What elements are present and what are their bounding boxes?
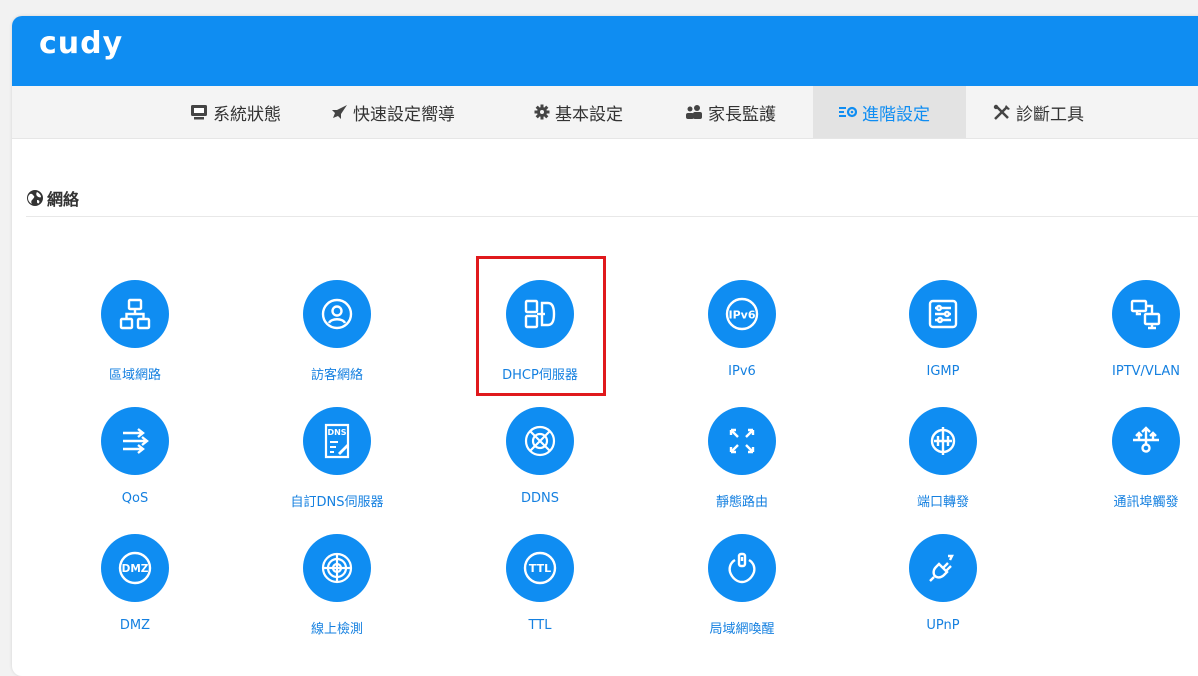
ttl-icon: TTL <box>506 534 574 602</box>
igmp-icon <box>909 280 977 348</box>
tile-label: 通訊埠觸發 <box>1113 495 1179 510</box>
tile-iptv-vlan[interactable]: IPTV/VLAN <box>1056 280 1198 400</box>
gear-icon <box>534 104 550 120</box>
brand-logo[interactable]: cudy <box>39 26 123 61</box>
tile-static-route[interactable]: 靜態路由 <box>652 407 832 527</box>
tile-wake-on-lan[interactable]: 局域網喚醒 <box>652 534 832 654</box>
tile-custom-dns[interactable]: DNS 自訂DNS伺服器 <box>247 407 427 527</box>
nav-basic-settings[interactable]: 基本設定 <box>534 86 623 138</box>
iptv-icon <box>1112 280 1180 348</box>
nav-label: 家長監護 <box>708 104 776 125</box>
wake-on-lan-icon <box>708 534 776 602</box>
nav-label: 快速設定嚮導 <box>353 104 455 125</box>
nav-label: 基本設定 <box>555 104 623 125</box>
monitor-icon <box>190 104 208 121</box>
tile-ddns[interactable]: DDNS <box>450 407 630 527</box>
online-detect-icon <box>303 534 371 602</box>
nav-label: 診斷工具 <box>1016 104 1084 125</box>
tile-label: TTL <box>528 618 552 633</box>
ttl-icon-text: TTL <box>529 562 551 575</box>
dhcp-highlight-box <box>476 256 606 396</box>
rocket-icon <box>330 104 348 121</box>
dmz-icon-text: DMZ <box>122 563 149 575</box>
tile-ipv6[interactable]: IPv6 IPv6 <box>652 280 832 400</box>
port-forward-icon <box>909 407 977 475</box>
ipv6-icon: IPv6 <box>708 280 776 348</box>
tile-dmz[interactable]: DMZ DMZ <box>45 534 225 654</box>
tile-port-forward[interactable]: 端口轉發 <box>853 407 1033 527</box>
ipv6-icon-text: IPv6 <box>729 309 756 322</box>
users-icon <box>685 104 703 120</box>
qos-icon <box>101 407 169 475</box>
guest-icon <box>303 280 371 348</box>
main-nav: 系統狀態 快速設定嚮導 基本設定 家長監護 進階設定 診斷工具 <box>12 86 1198 139</box>
tile-label: QoS <box>121 491 149 506</box>
ddns-icon <box>506 407 574 475</box>
tile-label: DDNS <box>521 491 559 506</box>
tile-lan[interactable]: 區域網路 <box>45 280 225 400</box>
tile-ttl[interactable]: TTL TTL <box>450 534 630 654</box>
nav-diagnostic-tools[interactable]: 診斷工具 <box>993 86 1084 138</box>
static-route-icon <box>708 407 776 475</box>
top-bar: cudy <box>12 16 1198 86</box>
tile-label: 自訂DNS伺服器 <box>290 495 384 510</box>
tile-label: 局域網喚醒 <box>709 622 775 637</box>
tile-label: IGMP <box>926 364 960 379</box>
nav-label: 進階設定 <box>862 104 930 125</box>
section-title-network: 網絡 <box>26 186 79 210</box>
tile-igmp[interactable]: IGMP <box>853 280 1033 400</box>
tile-label: 靜態路由 <box>715 495 768 510</box>
port-trigger-icon <box>1112 407 1180 475</box>
upnp-icon <box>909 534 977 602</box>
tile-label: DMZ <box>119 618 151 633</box>
tile-guest-network[interactable]: 訪客網絡 <box>247 280 427 400</box>
dns-icon: DNS <box>303 407 371 475</box>
section-divider <box>26 216 1198 217</box>
tile-label: IPv6 <box>728 364 756 379</box>
section-title-text: 網絡 <box>47 190 80 209</box>
tile-label: UPnP <box>926 618 960 633</box>
nav-quick-setup[interactable]: 快速設定嚮導 <box>330 86 455 138</box>
globe-icon <box>26 189 44 207</box>
dns-icon-text: DNS <box>327 428 346 437</box>
nav-advanced-settings[interactable]: 進階設定 <box>813 86 966 138</box>
tile-label: 區域網路 <box>108 368 161 383</box>
tools-icon <box>993 104 1011 121</box>
nav-parental-control[interactable]: 家長監護 <box>685 86 776 138</box>
tile-upnp[interactable]: UPnP <box>853 534 1033 654</box>
dmz-icon: DMZ <box>101 534 169 602</box>
tile-label: 訪客網絡 <box>310 368 363 383</box>
tile-label: IPTV/VLAN <box>1112 364 1180 379</box>
tile-label: 線上檢測 <box>310 622 363 637</box>
tile-port-trigger[interactable]: 通訊埠觸發 <box>1056 407 1198 527</box>
advanced-settings-icon <box>839 105 857 119</box>
tile-qos[interactable]: QoS <box>45 407 225 527</box>
nav-label: 系統狀態 <box>213 104 281 125</box>
nav-system-status[interactable]: 系統狀態 <box>190 86 281 138</box>
lan-icon <box>101 280 169 348</box>
tile-online-detection[interactable]: 線上檢測 <box>247 534 427 654</box>
tile-label: 端口轉發 <box>916 495 969 510</box>
